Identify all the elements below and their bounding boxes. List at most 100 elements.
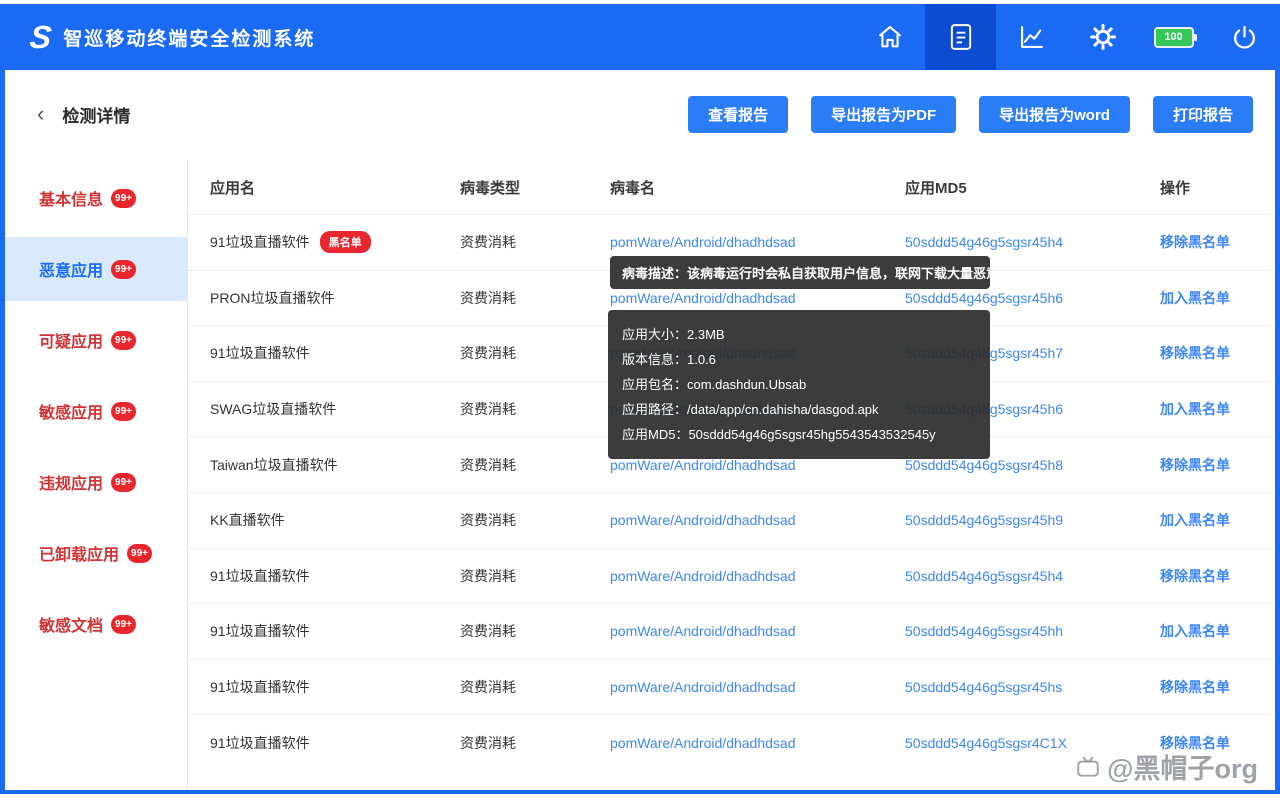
column-virus-type: 病毒类型 xyxy=(460,177,610,198)
count-badge: 99+ xyxy=(111,473,136,492)
app-path: 应用路径：/data/app/cn.dahisha/dasgod.apk xyxy=(622,397,976,422)
table-row: 91垃圾直播软件 资费消耗 pomWare/Android/dhadhdsad … xyxy=(188,659,1275,715)
sidebar-item-malicious-apps[interactable]: 恶意应用 99+ xyxy=(5,237,187,301)
sidebar-item-label: 已卸载应用 xyxy=(39,541,119,565)
back-icon[interactable]: ‹ xyxy=(37,103,44,125)
table-row: KK直播软件 资费消耗 pomWare/Android/dhadhdsad 50… xyxy=(188,492,1275,548)
virus-type: 资费消耗 xyxy=(460,232,610,252)
blacklist-action-link[interactable]: 加入黑名单 xyxy=(1160,621,1275,641)
app-name: 91垃圾直播软件 xyxy=(210,677,460,697)
column-virus-name: 病毒名 xyxy=(610,177,905,198)
results-table: 应用名 病毒类型 病毒名 应用MD5 操作 91垃圾直播软件 黑名单 资费消耗 … xyxy=(188,160,1275,790)
column-app-name: 应用名 xyxy=(210,177,460,198)
table-row: 91垃圾直播软件 资费消耗 pomWare/Android/dhadhdsad … xyxy=(188,603,1275,659)
app-name: 91垃圾直播软件 xyxy=(210,343,460,363)
blacklist-action-link[interactable]: 移除黑名单 xyxy=(1160,232,1275,252)
battery-icon: 100 xyxy=(1138,4,1209,70)
app-package: 应用包名：com.dashdun.Ubsab xyxy=(622,372,976,397)
md5-link[interactable]: 50sddd54g46g5sgsr45hs xyxy=(905,679,1160,695)
app-info-tooltip: 应用大小：2.3MB 版本信息：1.0.6 应用包名：com.dashdun.U… xyxy=(608,310,990,459)
main-area: 基本信息 99+ 恶意应用 99+ 可疑应用 99+ 敏感应用 99+ 违规应用 xyxy=(5,160,1275,790)
app-name: 91垃圾直播软件 xyxy=(210,566,460,586)
export-pdf-button[interactable]: 导出报告为PDF xyxy=(811,96,956,133)
detail-header: ‹ 检测详情 查看报告 导出报告为PDF 导出报告为word 打印报告 xyxy=(5,94,1275,134)
virus-type: 资费消耗 xyxy=(460,343,610,363)
virus-type: 资费消耗 xyxy=(460,621,610,641)
count-badge: 99+ xyxy=(111,615,136,634)
blacklist-action-link[interactable]: 加入黑名单 xyxy=(1160,510,1275,530)
blacklist-action-link[interactable]: 加入黑名单 xyxy=(1160,288,1275,308)
app-md5: 应用MD5：50sddd54g46g5sgsr45hg5543543532545… xyxy=(622,422,976,447)
app-name: 91垃圾直播软件 xyxy=(210,733,460,753)
app-name: Taiwan垃圾直播软件 xyxy=(210,455,460,475)
gear-icon[interactable] xyxy=(1067,4,1138,70)
count-badge: 99+ xyxy=(127,544,152,563)
sidebar-item-label: 敏感文档 xyxy=(39,612,103,636)
app-logo: S xyxy=(28,19,53,56)
virus-name-link[interactable]: pomWare/Android/dhadhdsad xyxy=(610,679,905,695)
watermark-text: @黑帽子org xyxy=(1107,747,1258,786)
app-name: PRON垃圾直播软件 xyxy=(210,288,460,308)
app-version: 版本信息：1.0.6 xyxy=(622,347,976,372)
virus-name-link[interactable]: pomWare/Android/dhadhdsad xyxy=(610,623,905,639)
count-badge: 99+ xyxy=(111,402,136,421)
virus-type: 资费消耗 xyxy=(460,733,610,753)
virus-type: 资费消耗 xyxy=(460,677,610,697)
export-word-button[interactable]: 导出报告为word xyxy=(979,96,1130,133)
sidebar-item-sensitive-apps[interactable]: 敏感应用 99+ xyxy=(5,379,187,443)
app-window: S 智巡移动终端安全检测系统 xyxy=(0,4,1280,794)
sidebar-item-label: 违规应用 xyxy=(39,470,103,494)
virus-type: 资费消耗 xyxy=(460,455,610,475)
sidebar-item-label: 恶意应用 xyxy=(39,257,103,281)
virus-name-link[interactable]: pomWare/Android/dhadhdsad xyxy=(610,234,905,250)
virus-type: 资费消耗 xyxy=(460,399,610,419)
top-navbar: S 智巡移动终端安全检测系统 xyxy=(0,4,1280,70)
sidebar-item-suspicious-apps[interactable]: 可疑应用 99+ xyxy=(5,308,187,372)
page-title: 检测详情 xyxy=(62,102,130,127)
virus-name-link[interactable]: pomWare/Android/dhadhdsad xyxy=(610,290,905,306)
blacklist-action-link[interactable]: 移除黑名单 xyxy=(1160,455,1275,475)
blacklist-action-link[interactable]: 移除黑名单 xyxy=(1160,677,1275,697)
sidebar-item-sensitive-docs[interactable]: 敏感文档 99+ xyxy=(5,592,187,656)
brand: S 智巡移动终端安全检测系统 xyxy=(0,19,315,56)
virus-description-tooltip: 病毒描述：该病毒运行时会私自获取用户信息，联网下载大量恶意应用 xyxy=(610,256,990,289)
md5-link[interactable]: 50sddd54g46g5sgsr45h9 xyxy=(905,512,1160,528)
app-size: 应用大小：2.3MB xyxy=(622,322,976,347)
md5-link[interactable]: 50sddd54g46g5sgsr45hh xyxy=(905,623,1160,639)
app-name: 91垃圾直播软件 xyxy=(210,621,460,641)
virus-name-link[interactable]: pomWare/Android/dhadhdsad xyxy=(610,457,905,473)
chart-icon[interactable] xyxy=(996,4,1067,70)
sidebar-item-violating-apps[interactable]: 违规应用 99+ xyxy=(5,450,187,514)
column-md5: 应用MD5 xyxy=(905,177,1160,198)
sidebar-item-label: 可疑应用 xyxy=(39,328,103,352)
md5-link[interactable]: 50sddd54g46g5sgsr45h4 xyxy=(905,568,1160,584)
virus-name-link[interactable]: pomWare/Android/dhadhdsad xyxy=(610,512,905,528)
home-icon[interactable] xyxy=(854,4,925,70)
blacklist-action-link[interactable]: 加入黑名单 xyxy=(1160,399,1275,419)
app-name: 91垃圾直播软件 黑名单 xyxy=(210,231,460,253)
virus-type: 资费消耗 xyxy=(460,566,610,586)
count-badge: 99+ xyxy=(111,189,136,208)
blacklist-action-link[interactable]: 移除黑名单 xyxy=(1160,343,1275,363)
virus-name-link[interactable]: pomWare/Android/dhadhdsad xyxy=(610,735,905,751)
virus-type: 资费消耗 xyxy=(460,510,610,530)
view-report-button[interactable]: 查看报告 xyxy=(688,96,788,133)
virus-name-link[interactable]: pomWare/Android/dhadhdsad xyxy=(610,568,905,584)
watermark: @黑帽子org xyxy=(1075,747,1258,786)
app-name: KK直播软件 xyxy=(210,510,460,530)
md5-link[interactable]: 50sddd54g46g5sgsr45h6 xyxy=(905,290,1160,306)
app-name: SWAG垃圾直播软件 xyxy=(210,399,460,419)
power-icon[interactable] xyxy=(1209,4,1280,70)
blacklist-action-link[interactable]: 移除黑名单 xyxy=(1160,566,1275,586)
sidebar: 基本信息 99+ 恶意应用 99+ 可疑应用 99+ 敏感应用 99+ 违规应用 xyxy=(5,160,188,790)
blacklist-tag: 黑名单 xyxy=(320,231,371,253)
sidebar-item-uninstalled-apps[interactable]: 已卸载应用 99+ xyxy=(5,521,187,585)
count-badge: 99+ xyxy=(111,331,136,350)
print-report-button[interactable]: 打印报告 xyxy=(1153,96,1253,133)
md5-link[interactable]: 50sddd54g46g5sgsr45h4 xyxy=(905,234,1160,250)
report-document-icon[interactable] xyxy=(925,4,996,70)
md5-link[interactable]: 50sddd54g46g5sgsr45h8 xyxy=(905,457,1160,473)
sidebar-item-label: 基本信息 xyxy=(39,186,103,210)
app-title: 智巡移动终端安全检测系统 xyxy=(63,24,315,51)
sidebar-item-basic-info[interactable]: 基本信息 99+ xyxy=(5,166,187,230)
